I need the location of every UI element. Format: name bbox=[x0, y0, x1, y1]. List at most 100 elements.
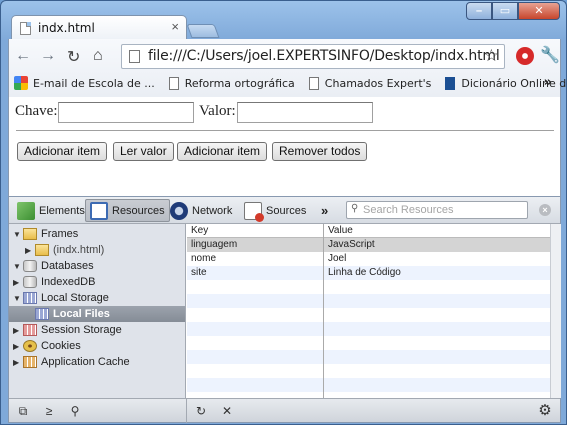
page-icon bbox=[308, 76, 319, 90]
resources-icon bbox=[90, 201, 108, 220]
back-icon[interactable]: ← bbox=[15, 47, 31, 65]
reload-icon[interactable]: ↻ bbox=[67, 47, 80, 67]
refresh-icon[interactable]: ↻ bbox=[189, 402, 213, 420]
tree-session-storage[interactable]: ▶ Session Storage bbox=[13, 322, 122, 338]
sources-icon bbox=[244, 201, 264, 222]
page-icon bbox=[20, 22, 31, 35]
search-icon[interactable]: ⚲ bbox=[63, 402, 87, 420]
folder-icon bbox=[23, 228, 37, 240]
toolbar: ← → ↻ ⌂ file:///C:/Users/joel.EXPERTSINF… bbox=[8, 39, 567, 97]
google-icon bbox=[14, 76, 28, 90]
tree-databases[interactable]: ▼ Databases bbox=[13, 258, 94, 274]
adicionar-item-button-2[interactable]: Adicionar item bbox=[177, 142, 268, 161]
table-row[interactable]: nome Joel bbox=[187, 252, 550, 266]
page-content: Chave: Valor: Adicionar item Ler valor A… bbox=[8, 97, 561, 196]
ler-valor-button[interactable]: Ler valor bbox=[113, 142, 174, 161]
console-icon[interactable]: ≥ bbox=[37, 402, 61, 420]
tab-title: indx.html bbox=[38, 21, 95, 35]
storage-grid-icon bbox=[23, 324, 37, 336]
expand-arrow-icon[interactable]: ▼ bbox=[13, 262, 23, 271]
expand-arrow-icon[interactable]: ▶ bbox=[25, 246, 35, 255]
expand-arrow-icon[interactable]: ▶ bbox=[13, 342, 23, 351]
network-icon bbox=[170, 201, 188, 220]
maximize-button[interactable]: ▭ bbox=[492, 2, 518, 20]
browser-window: – ▭ ✕ indx.html × ← → ↻ ⌂ file:///C:/Use… bbox=[0, 0, 567, 425]
bookmarks-bar: E-mail de Escola de ... Reforma ortográf… bbox=[9, 71, 567, 95]
folder-icon bbox=[35, 244, 49, 256]
chave-label: Chave: bbox=[15, 103, 58, 119]
minimize-button[interactable]: – bbox=[466, 2, 492, 20]
divider bbox=[16, 130, 554, 131]
new-tab-button[interactable] bbox=[186, 24, 220, 38]
bookmark-label: Chamados Expert's bbox=[324, 76, 432, 90]
expand-arrow-icon[interactable]: ▼ bbox=[13, 230, 23, 239]
tab-close-icon[interactable]: × bbox=[171, 19, 179, 34]
storage-table: Key Value linguagem JavaScript nome Joel… bbox=[187, 224, 550, 398]
star-icon[interactable]: ☆ bbox=[484, 46, 499, 66]
key-column-header[interactable]: Key bbox=[191, 225, 208, 236]
devtools-statusbar: ⧉ ≥ ⚲ ↻ ✕ ⚙ bbox=[9, 398, 560, 423]
tab-label: Resources bbox=[112, 204, 165, 217]
bookmark-email[interactable]: E-mail de Escola de ... bbox=[14, 76, 155, 90]
cookie-icon bbox=[23, 340, 37, 352]
tree-label: Frames bbox=[41, 228, 79, 240]
bookmark-label: Reforma ortográfica bbox=[184, 76, 295, 90]
tree-application-cache[interactable]: ▶ Application Cache bbox=[13, 354, 130, 370]
valor-label: Valor: bbox=[199, 103, 236, 119]
flag-icon bbox=[445, 76, 456, 90]
bookmark-reforma[interactable]: Reforma ortográfica bbox=[168, 76, 295, 90]
expand-arrow-icon[interactable]: ▼ bbox=[13, 294, 23, 303]
tree-local-files[interactable]: Local Files bbox=[35, 306, 110, 322]
close-window-button[interactable]: ✕ bbox=[518, 2, 560, 20]
remover-todos-button[interactable]: Remover todos bbox=[272, 142, 368, 161]
value-cell: JavaScript bbox=[328, 239, 375, 250]
value-column-header[interactable]: Value bbox=[328, 225, 353, 236]
expand-arrow-icon[interactable]: ▶ bbox=[13, 358, 23, 367]
delete-icon[interactable]: ✕ bbox=[215, 402, 239, 420]
value-cell: Linha de Código bbox=[328, 267, 401, 278]
valor-input[interactable] bbox=[237, 102, 373, 123]
forward-icon[interactable]: → bbox=[40, 47, 56, 65]
value-cell: Joel bbox=[328, 253, 347, 264]
table-scrollbar[interactable] bbox=[550, 224, 561, 398]
tree-frames[interactable]: ▼ Frames bbox=[13, 226, 78, 242]
page-icon bbox=[129, 50, 140, 63]
tab-sources[interactable]: Sources bbox=[240, 199, 310, 222]
column-divider[interactable] bbox=[323, 224, 324, 398]
extension-icon[interactable] bbox=[516, 47, 534, 65]
cache-grid-icon bbox=[23, 356, 37, 368]
tree-local-storage[interactable]: ▼ Local Storage bbox=[13, 290, 109, 306]
tab-indx[interactable]: indx.html × bbox=[11, 15, 187, 39]
home-icon[interactable]: ⌂ bbox=[93, 47, 103, 65]
expand-arrow-icon[interactable]: ▶ bbox=[13, 326, 23, 335]
search-resources-input[interactable]: ⚲ Search Resources bbox=[346, 201, 528, 219]
table-header: Key Value bbox=[187, 224, 550, 238]
bookmark-chamados[interactable]: Chamados Expert's bbox=[308, 76, 432, 90]
tree-cookies[interactable]: ▶ Cookies bbox=[13, 338, 81, 354]
bookmarks-more-icon[interactable]: » bbox=[544, 75, 552, 90]
tree-indx-frame[interactable]: ▶ (indx.html) bbox=[25, 242, 104, 258]
expand-arrow-icon[interactable]: ▶ bbox=[13, 278, 23, 287]
table-row[interactable]: site Linha de Código bbox=[187, 266, 550, 280]
tree-label: (indx.html) bbox=[53, 244, 105, 256]
chave-input[interactable] bbox=[58, 102, 194, 123]
tree-indexeddb[interactable]: ▶ IndexedDB bbox=[13, 274, 95, 290]
search-placeholder: Search Resources bbox=[363, 204, 454, 216]
wrench-icon[interactable]: 🔧 bbox=[540, 45, 560, 65]
more-tabs-icon[interactable]: » bbox=[321, 203, 328, 218]
tab-resources[interactable]: Resources bbox=[85, 199, 170, 222]
settings-gear-icon[interactable]: ⚙ bbox=[533, 402, 557, 420]
tree-label: Databases bbox=[41, 260, 94, 272]
devtools-tabbar: Elements Resources Network Sources » ⚲ S… bbox=[9, 197, 560, 224]
storage-grid-icon bbox=[35, 308, 49, 320]
address-bar[interactable]: file:///C:/Users/joel.EXPERTSINFO/Deskto… bbox=[121, 44, 505, 69]
adicionar-item-button[interactable]: Adicionar item bbox=[17, 142, 108, 161]
tab-elements[interactable]: Elements bbox=[13, 199, 89, 222]
table-row[interactable]: linguagem JavaScript bbox=[187, 238, 550, 252]
dock-icon[interactable]: ⧉ bbox=[11, 402, 35, 420]
clear-search-icon[interactable]: × bbox=[539, 204, 551, 216]
tree-label: Cookies bbox=[41, 340, 81, 352]
tree-label: Local Files bbox=[53, 308, 110, 320]
tab-network[interactable]: Network bbox=[166, 199, 236, 222]
url-text[interactable]: file:///C:/Users/joel.EXPERTSINFO/Deskto… bbox=[148, 48, 500, 64]
